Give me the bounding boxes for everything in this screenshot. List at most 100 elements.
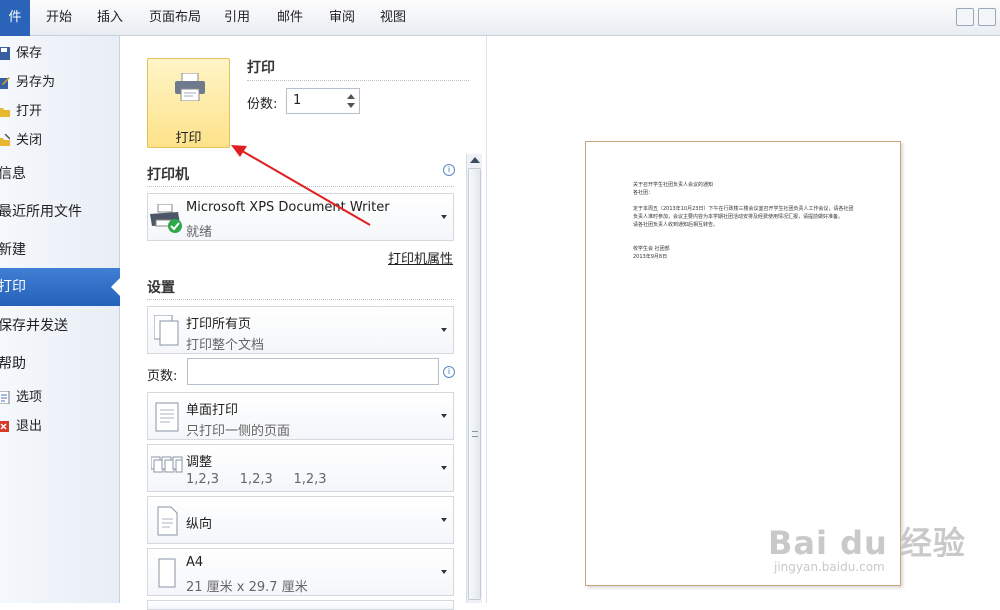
divider	[147, 299, 454, 300]
sidebar-item-open[interactable]: 打开	[0, 99, 120, 125]
next-setting-dropdown[interactable]	[147, 600, 454, 610]
print-range-main: 打印所有页	[186, 317, 252, 332]
all-pages-icon	[154, 315, 179, 346]
chevron-down-icon	[441, 328, 447, 332]
ribbon-tab-bar: 件 开始 插入 页面布局 引用 邮件 审阅 视图	[0, 0, 1000, 36]
print-button[interactable]: 打印	[147, 58, 230, 148]
annotation-arrow-icon	[231, 145, 371, 226]
preview-text-line: 2013年9月8日	[633, 254, 668, 260]
scroll-up-icon[interactable]	[470, 157, 480, 163]
divider	[247, 80, 469, 81]
watermark-brand: Bai du 经验	[768, 524, 966, 562]
copies-value: 1	[293, 93, 302, 108]
sidebar-item-options[interactable]: 选项	[0, 385, 120, 411]
print-range-sub: 打印整个文档	[186, 338, 265, 353]
collate-dropdown[interactable]: 调整 1,2,3 1,2,3 1,2,3	[147, 444, 454, 492]
selection-pointer-icon	[111, 277, 121, 297]
print-heading: 打印	[247, 60, 275, 76]
sidebar-item-label: 关闭	[16, 133, 43, 148]
settings-scrollbar[interactable]	[466, 154, 482, 603]
preview-text-line: 关于召开学生社团负责人会议的通知	[633, 182, 714, 188]
paper-main: A4	[186, 555, 204, 570]
sidebar-item-label: 打印	[0, 279, 26, 295]
baidu-watermark: Bai du 经验 jingyan.baidu.com	[768, 518, 966, 574]
print-range-dropdown[interactable]: 打印所有页 打印整个文档	[147, 306, 454, 354]
sidebar-item-help[interactable]: 帮助	[0, 347, 26, 381]
stepper-down-icon[interactable]	[347, 103, 355, 108]
preview-text-line: 请各社团负责人收到通知后相互转告。	[633, 222, 719, 228]
printer-status: 就绪	[186, 225, 213, 240]
pages-info-icon[interactable]: i	[443, 366, 455, 378]
sidebar-item-new[interactable]: 新建	[0, 233, 26, 267]
tab-mailings[interactable]: 邮件	[273, 0, 307, 36]
chevron-down-icon	[441, 570, 447, 574]
preview-text-line: 各社团：	[633, 190, 654, 196]
portrait-icon	[157, 506, 178, 536]
sidebar-item-label: 退出	[16, 419, 43, 434]
collate-sub: 1,2,3 1,2,3 1,2,3	[186, 472, 327, 487]
print-button-label: 打印	[175, 131, 202, 146]
printer-properties-link[interactable]: 打印机属性	[388, 248, 453, 267]
collated-icon	[151, 456, 183, 473]
help-button[interactable]	[978, 8, 996, 26]
tab-page-layout[interactable]: 页面布局	[145, 0, 205, 36]
chevron-down-icon	[441, 414, 447, 418]
sidebar-item-print[interactable]: 打印	[0, 268, 121, 306]
save-as-icon	[0, 77, 10, 89]
sidebar-item-close[interactable]: 关闭	[0, 128, 120, 154]
minimize-ribbon-button[interactable]	[956, 8, 974, 26]
settings-heading: 设置	[147, 280, 175, 296]
pages-label: 页数:	[147, 369, 178, 384]
sides-dropdown[interactable]: 单面打印 只打印一侧的页面	[147, 392, 454, 440]
printer-heading: 打印机	[147, 167, 189, 183]
preview-text-line: 定于本周五（2013年10月23日）下午在行政楼三楼会议室召开学生社团负责人工作…	[633, 206, 854, 212]
options-icon	[0, 391, 10, 404]
paper-size-icon	[158, 558, 176, 588]
paper-sub: 21 厘米 x 29.7 厘米	[186, 580, 308, 595]
preview-text-line: 负责人准时参加，会议主要内容为本学期社团活动安排及经费使用情况汇报，请提前做好准…	[633, 214, 844, 220]
sides-main: 单面打印	[186, 403, 239, 418]
open-folder-icon	[0, 108, 10, 117]
copies-label: 份数:	[247, 97, 278, 112]
sides-sub: 只打印一侧的页面	[186, 424, 291, 439]
preview-text-line: 校学生会 社团部	[633, 246, 670, 252]
sidebar-item-label: 保存	[16, 46, 43, 61]
sidebar-item-label: 打开	[16, 104, 43, 119]
exit-icon	[0, 421, 9, 432]
sidebar-item-save-send[interactable]: 保存并发送	[0, 309, 68, 343]
sidebar-item-exit[interactable]: 退出	[0, 414, 120, 440]
one-sided-icon	[155, 402, 179, 432]
scroll-thumb[interactable]	[468, 168, 481, 600]
chevron-down-icon	[441, 215, 447, 219]
paper-size-dropdown[interactable]: A4 21 厘米 x 29.7 厘米	[147, 548, 454, 596]
tab-file[interactable]: 件	[0, 0, 30, 36]
tab-review[interactable]: 审阅	[325, 0, 359, 36]
watermark-url: jingyan.baidu.com	[774, 560, 885, 574]
grip-icon	[472, 431, 478, 437]
tab-insert[interactable]: 插入	[93, 0, 127, 36]
sidebar-item-save-as[interactable]: 另存为	[0, 70, 120, 96]
sidebar-item-info[interactable]: 信息	[0, 157, 26, 191]
backstage-sidebar: 保存 另存为 打开 关闭 信息 最近所用文件 新建 打印 保存并发送 帮助 选项…	[0, 36, 121, 603]
tab-home[interactable]: 开始	[42, 0, 76, 36]
pages-input[interactable]	[187, 358, 439, 385]
printer-ready-icon	[150, 204, 182, 233]
printer-info-icon[interactable]: i	[443, 164, 455, 176]
collate-main: 调整	[186, 455, 213, 470]
stepper-up-icon[interactable]	[347, 94, 355, 99]
close-folder-icon	[0, 134, 10, 146]
tab-references[interactable]: 引用	[220, 0, 254, 36]
chevron-down-icon	[441, 518, 447, 522]
sidebar-item-label: 另存为	[16, 75, 56, 90]
copies-stepper[interactable]: 1	[286, 88, 360, 114]
tab-view[interactable]: 视图	[376, 0, 410, 36]
orientation-dropdown[interactable]: 纵向	[147, 496, 454, 544]
chevron-down-icon	[441, 466, 447, 470]
sidebar-item-recent[interactable]: 最近所用文件	[0, 195, 82, 229]
orientation-main: 纵向	[186, 517, 213, 532]
print-settings-panel: 打印 打印 份数: 1 打印机 i Microsoft XPS Document…	[121, 36, 485, 610]
sidebar-item-save[interactable]: 保存	[0, 41, 120, 67]
sidebar-item-label: 选项	[16, 390, 43, 405]
printer-icon	[175, 73, 205, 101]
save-icon	[0, 47, 10, 60]
